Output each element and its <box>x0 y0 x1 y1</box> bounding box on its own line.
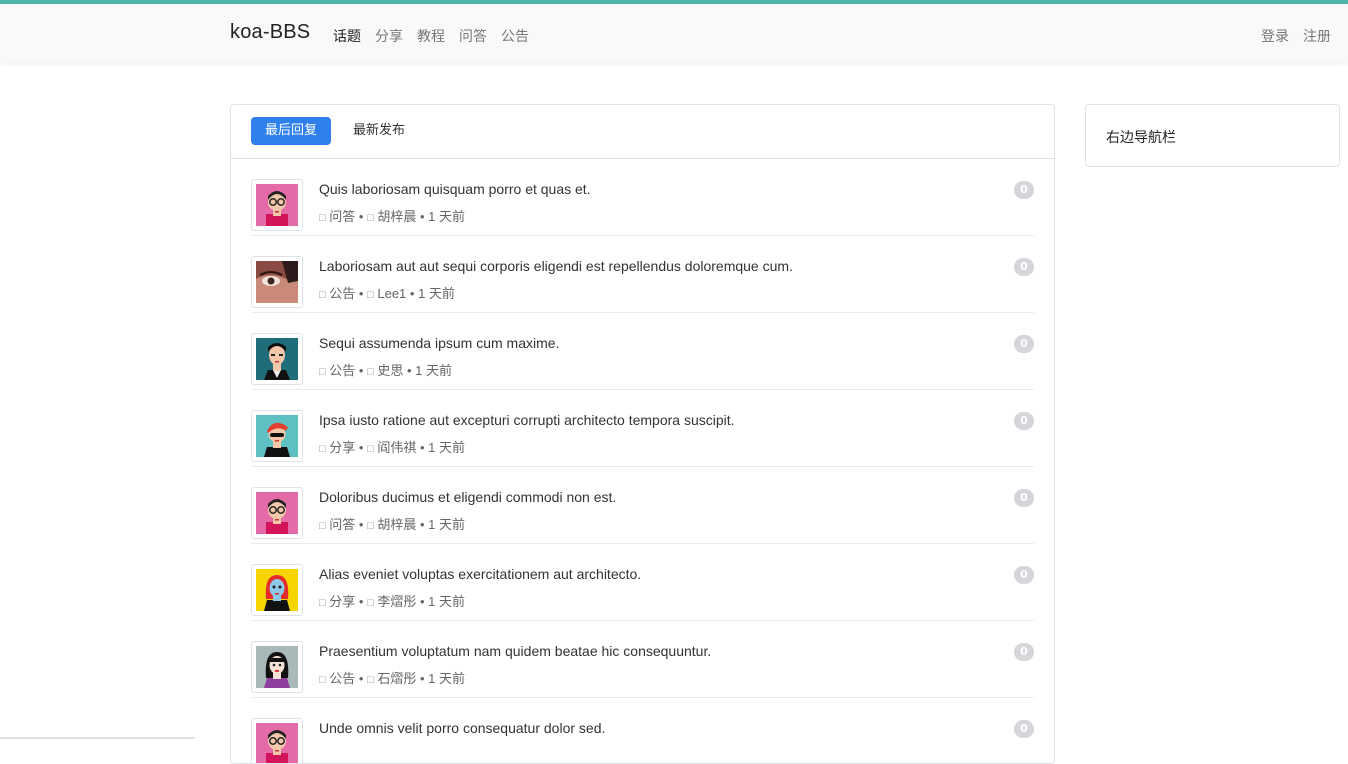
auth-links: 登录 注册 <box>1261 26 1331 46</box>
avatar[interactable] <box>251 487 303 539</box>
topic-title[interactable]: Doloribus ducimus et eligendi commodi no… <box>319 489 616 505</box>
topic-title[interactable]: Alias eveniet voluptas exercitationem au… <box>319 566 641 582</box>
nav-share[interactable]: 分享 <box>375 26 403 46</box>
avatar[interactable] <box>251 564 303 616</box>
avatar[interactable] <box>251 641 303 693</box>
topic-row[interactable]: Unde omnis velit porro consequatur dolor… <box>251 698 1034 763</box>
category-icon: □ <box>319 443 326 455</box>
user-icon: □ <box>367 289 374 301</box>
topic-panel: 最后回复 最新发布 Quis laboriosam quisquam porro… <box>230 104 1055 764</box>
nav-links: 话题 分享 教程 问答 公告 <box>333 26 529 46</box>
topic-category[interactable]: 分享 <box>329 440 355 455</box>
topic-time: 1 天前 <box>428 209 465 224</box>
topic-row[interactable]: Doloribus ducimus et eligendi commodi no… <box>251 467 1034 544</box>
tab-newest[interactable]: 最新发布 <box>339 117 419 145</box>
nav-qa[interactable]: 问答 <box>459 26 487 46</box>
topic-title[interactable]: Quis laboriosam quisquam porro et quas e… <box>319 181 591 197</box>
topic-title[interactable]: Unde omnis velit porro consequatur dolor… <box>319 720 605 736</box>
topic-meta: □ 公告 • □ 石熠彤 • 1 天前 <box>319 671 465 686</box>
register-link[interactable]: 注册 <box>1303 26 1331 46</box>
topic-row[interactable]: Quis laboriosam quisquam porro et quas e… <box>251 159 1034 236</box>
topic-category[interactable]: 公告 <box>329 286 355 301</box>
login-link[interactable]: 登录 <box>1261 26 1289 46</box>
topic-author[interactable]: 阎伟祺 <box>377 440 416 455</box>
topic-time: 1 天前 <box>415 363 452 378</box>
topic-row[interactable]: Ipsa iusto ratione aut excepturi corrupt… <box>251 390 1034 467</box>
reply-count-badge: 0 <box>1014 643 1034 661</box>
reply-count-badge: 0 <box>1014 566 1034 584</box>
topic-category[interactable]: 分享 <box>329 594 355 609</box>
topic-row[interactable]: Alias eveniet voluptas exercitationem au… <box>251 544 1034 621</box>
right-sidebar: 右边导航栏 <box>1085 104 1340 167</box>
user-icon: □ <box>367 520 374 532</box>
topic-author[interactable]: 史思 <box>377 363 403 378</box>
topic-row[interactable]: Laboriosam aut aut sequi corporis eligen… <box>251 236 1034 313</box>
topic-author[interactable]: 李熠彤 <box>377 594 416 609</box>
topic-time: 1 天前 <box>428 671 465 686</box>
category-icon: □ <box>319 212 326 224</box>
user-icon: □ <box>367 366 374 378</box>
topic-author[interactable]: 胡梓晨 <box>377 517 416 532</box>
avatar[interactable] <box>251 179 303 231</box>
nav-notice[interactable]: 公告 <box>501 26 529 46</box>
topic-title[interactable]: Laboriosam aut aut sequi corporis eligen… <box>319 258 793 274</box>
topic-row[interactable]: Sequi assumenda ipsum cum maxime. □ 公告 • … <box>251 313 1034 390</box>
topic-list: Quis laboriosam quisquam porro et quas e… <box>231 159 1054 763</box>
topic-author[interactable]: 石熠彤 <box>377 671 416 686</box>
category-icon: □ <box>319 674 326 686</box>
tab-last-reply[interactable]: 最后回复 <box>251 117 332 145</box>
topic-time: 1 天前 <box>428 517 465 532</box>
avatar[interactable] <box>251 718 303 763</box>
reply-count-badge: 0 <box>1014 181 1034 199</box>
topic-author[interactable]: 胡梓晨 <box>377 209 416 224</box>
topic-time: 1 天前 <box>428 440 465 455</box>
category-icon: □ <box>319 597 326 609</box>
avatar[interactable] <box>251 410 303 462</box>
category-icon: □ <box>319 520 326 532</box>
user-icon: □ <box>367 212 374 224</box>
topic-meta: □ 问答 • □ 胡梓晨 • 1 天前 <box>319 517 465 532</box>
reply-count-badge: 0 <box>1014 489 1034 507</box>
reply-count-badge: 0 <box>1014 335 1034 353</box>
category-icon: □ <box>319 289 326 301</box>
user-icon: □ <box>367 597 374 609</box>
topic-meta: □ 公告 • □ Lee1 • 1 天前 <box>319 286 455 301</box>
topic-category[interactable]: 公告 <box>329 363 355 378</box>
topic-title[interactable]: Praesentium voluptatum nam quidem beatae… <box>319 643 711 659</box>
topic-meta: □ 公告 • □ 史思 • 1 天前 <box>319 363 452 378</box>
topic-title[interactable]: Ipsa iusto ratione aut excepturi corrupt… <box>319 412 735 428</box>
topic-row[interactable]: Praesentium voluptatum nam quidem beatae… <box>251 621 1034 698</box>
topic-category[interactable]: 公告 <box>329 671 355 686</box>
topic-tabs: 最后回复 最新发布 <box>231 105 1054 159</box>
topic-category[interactable]: 问答 <box>329 209 355 224</box>
sidebar-title: 右边导航栏 <box>1106 130 1176 146</box>
topic-meta: □ 问答 • □ 胡梓晨 • 1 天前 <box>319 209 465 224</box>
topic-time: 1 天前 <box>418 286 455 301</box>
reply-count-badge: 0 <box>1014 258 1034 276</box>
user-icon: □ <box>367 674 374 686</box>
avatar[interactable] <box>251 256 303 308</box>
horizontal-scrollbar[interactable] <box>0 737 195 739</box>
category-icon: □ <box>319 366 326 378</box>
topic-time: 1 天前 <box>428 594 465 609</box>
reply-count-badge: 0 <box>1014 720 1034 738</box>
reply-count-badge: 0 <box>1014 412 1034 430</box>
avatar[interactable] <box>251 333 303 385</box>
navbar: koa-BBS 话题 分享 教程 问答 公告 登录 注册 <box>0 4 1348 63</box>
topic-title[interactable]: Sequi assumenda ipsum cum maxime. <box>319 335 559 351</box>
brand-logo[interactable]: koa-BBS <box>230 21 310 44</box>
topic-meta: □ 分享 • □ 阎伟祺 • 1 天前 <box>319 440 465 455</box>
user-icon: □ <box>367 443 374 455</box>
nav-topics[interactable]: 话题 <box>333 26 361 46</box>
topic-meta: □ 分享 • □ 李熠彤 • 1 天前 <box>319 594 465 609</box>
nav-tutorial[interactable]: 教程 <box>417 26 445 46</box>
topic-author[interactable]: Lee1 <box>377 286 406 301</box>
topic-category[interactable]: 问答 <box>329 517 355 532</box>
